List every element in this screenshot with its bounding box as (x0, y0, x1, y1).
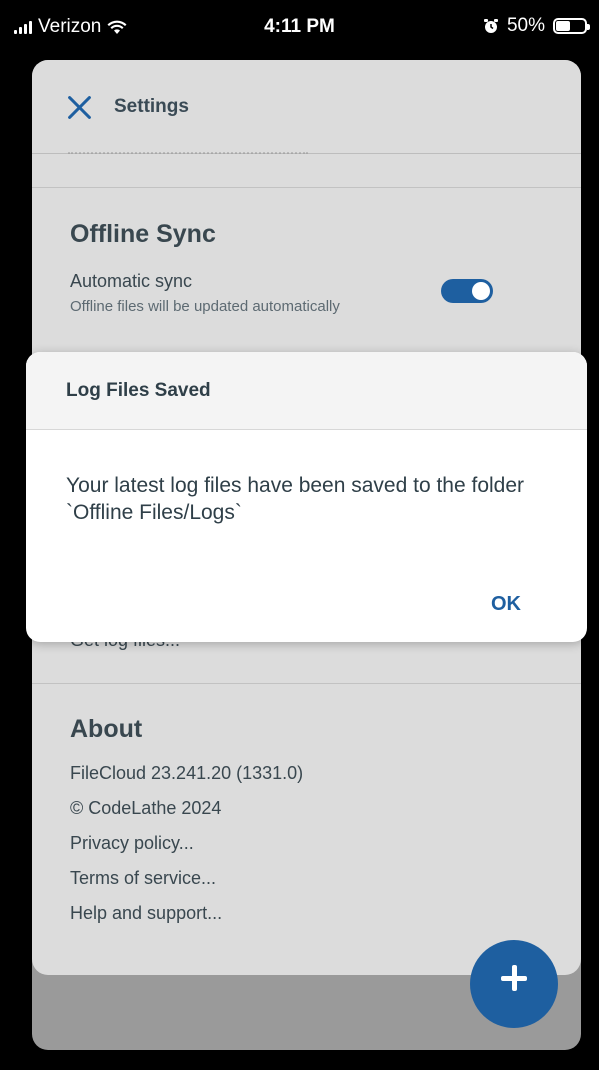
about-lines: FileCloud 23.241.20 (1331.0) © CodeLathe… (70, 756, 543, 931)
about-title: About (70, 715, 143, 743)
log-files-saved-dialog: Log Files Saved Your latest log files ha… (26, 352, 587, 642)
clipped-text-remnant (68, 152, 308, 160)
automatic-sync-row[interactable]: Automatic sync Offline files will be upd… (70, 271, 543, 315)
add-fab-button[interactable] (470, 940, 558, 1028)
terms-of-service-link[interactable]: Terms of service... (70, 861, 543, 896)
offline-sync-section: Offline Sync Automatic sync Offline file… (32, 220, 581, 315)
status-right: 50% (483, 15, 590, 37)
battery-percent: 50% (506, 15, 545, 36)
dialog-title: Log Files Saved (26, 352, 587, 430)
status-bar: Verizon 4:11 PM 50% (0, 0, 599, 56)
plus-icon-vertical (511, 965, 517, 991)
privacy-policy-link[interactable]: Privacy policy... (70, 826, 543, 861)
settings-header: Settings (32, 60, 581, 154)
battery-icon (553, 18, 590, 34)
ok-button[interactable]: OK (491, 593, 521, 616)
section-divider (32, 683, 581, 684)
settings-title: Settings (114, 95, 189, 117)
close-icon[interactable] (66, 94, 92, 120)
section-divider (32, 187, 581, 188)
dialog-actions: OK (491, 593, 521, 616)
automatic-sync-toggle[interactable] (441, 279, 493, 303)
app-version: FileCloud 23.241.20 (1331.0) (70, 763, 304, 783)
about-section: About FileCloud 23.241.20 (1331.0) © Cod… (32, 715, 581, 931)
alarm-icon (483, 19, 498, 33)
copyright: © CodeLathe 2024 (70, 798, 222, 818)
screen: Verizon 4:11 PM 50% Settings Offline Syn… (0, 0, 599, 1070)
toggle-knob (472, 282, 490, 300)
offline-sync-title: Offline Sync (70, 220, 216, 248)
dialog-message: Your latest log files have been saved to… (66, 474, 525, 524)
battery-fill (556, 21, 570, 31)
help-and-support-link[interactable]: Help and support... (70, 896, 543, 931)
